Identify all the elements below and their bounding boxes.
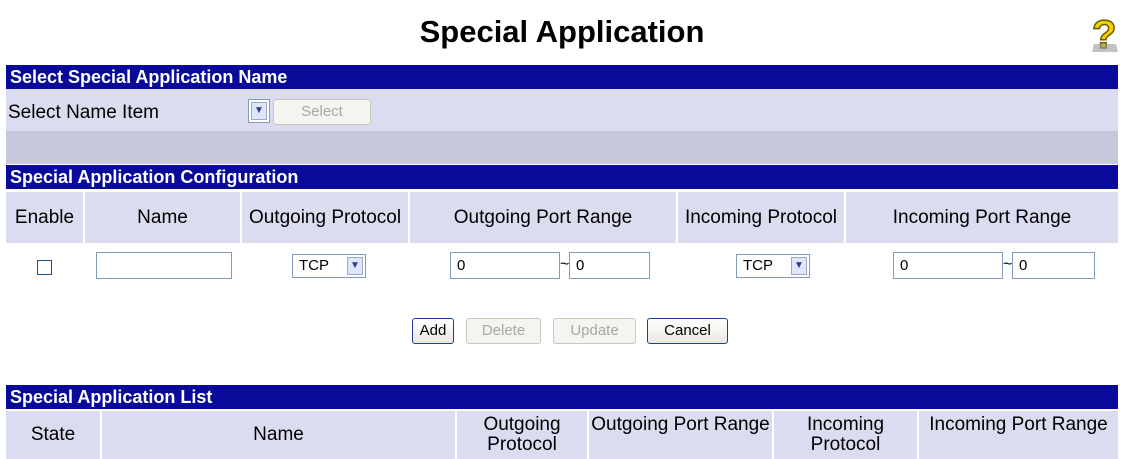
select-name-row (6, 89, 1118, 131)
outgoing-protocol-select[interactable]: TCP ▼ (292, 254, 366, 278)
select-section-header: Select Special Application Name (6, 65, 1118, 89)
config-col-enable: Enable (6, 192, 83, 243)
outgoing-protocol-value: TCP (299, 257, 329, 274)
config-section-header: Special Application Configuration (6, 165, 1118, 189)
list-col-outgoing-port-range: Outgoing Port Range (589, 411, 772, 459)
list-col-outgoing-protocol: Outgoing Protocol (457, 411, 587, 459)
incoming-port-separator: ~ (1003, 256, 1013, 273)
select-name-dropdown[interactable]: ▼ (248, 99, 270, 123)
name-input[interactable] (96, 252, 232, 279)
chevron-down-icon: ▼ (791, 257, 807, 275)
config-col-incoming-protocol: Incoming Protocol (678, 192, 844, 243)
select-button[interactable]: Select (273, 99, 371, 125)
chevron-down-icon: ▼ (251, 102, 267, 120)
select-section-spacer (6, 131, 1118, 164)
config-col-outgoing-protocol: Outgoing Protocol (242, 192, 408, 243)
list-section-header: Special Application List (6, 385, 1118, 409)
update-button[interactable]: Update (553, 318, 636, 344)
delete-button[interactable]: Delete (466, 318, 541, 344)
outgoing-port-start-input[interactable]: 0 (450, 252, 560, 279)
outgoing-port-separator: ~ (560, 256, 570, 273)
incoming-protocol-value: TCP (743, 257, 773, 274)
incoming-port-start-input[interactable]: 0 (893, 252, 1003, 279)
chevron-down-icon: ▼ (347, 257, 363, 275)
enable-checkbox[interactable] (37, 260, 52, 275)
list-col-incoming-port-range: Incoming Port Range (919, 411, 1118, 459)
outgoing-port-end-input[interactable]: 0 (569, 252, 650, 279)
page-title: Special Application (419, 14, 705, 49)
cancel-button[interactable]: Cancel (647, 318, 728, 344)
config-col-outgoing-port-range: Outgoing Port Range (410, 192, 676, 243)
incoming-port-end-input[interactable]: 0 (1012, 252, 1095, 279)
select-name-label: Select Name Item (8, 102, 159, 123)
incoming-protocol-select[interactable]: TCP ▼ (736, 254, 810, 278)
config-col-name: Name (85, 192, 240, 243)
help-question-icon[interactable]: ? (1088, 8, 1122, 58)
list-col-incoming-protocol: Incoming Protocol (774, 411, 917, 459)
config-col-incoming-port-range: Incoming Port Range (846, 192, 1118, 243)
list-col-name: Name (102, 411, 455, 459)
list-col-state: State (6, 411, 100, 459)
add-button[interactable]: Add (412, 318, 454, 344)
